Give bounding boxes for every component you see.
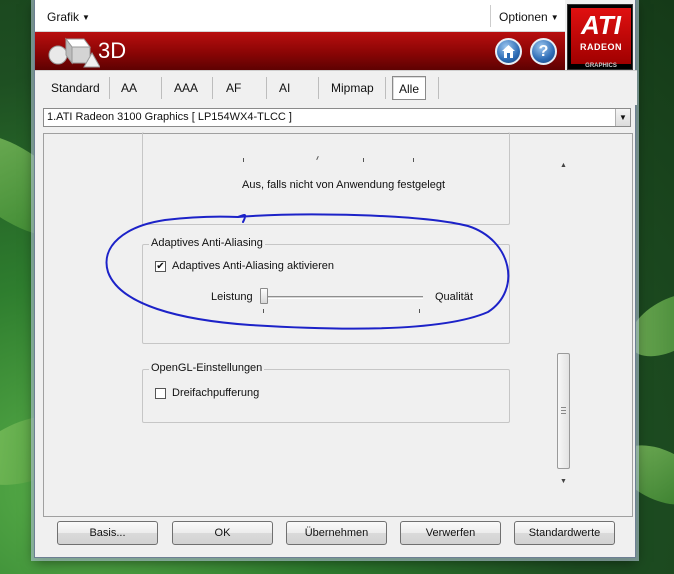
home-button[interactable] xyxy=(495,38,522,65)
checkmark-icon: ✔ xyxy=(156,261,165,272)
slider-tick xyxy=(419,309,420,313)
triple-buffering-checkbox[interactable] xyxy=(155,388,166,399)
adaptive-aa-slider-thumb[interactable] xyxy=(260,288,268,304)
grafik-menu-label: Grafik xyxy=(47,10,80,24)
tab-separator xyxy=(161,77,162,99)
ati-radeon-text: RADEON xyxy=(579,42,622,52)
3d-shapes-icon xyxy=(48,37,100,68)
scrollbar-thumb[interactable] xyxy=(557,353,570,469)
basis-button-label: Basis... xyxy=(89,527,126,539)
menu-separator xyxy=(490,5,491,27)
tab-separator xyxy=(212,77,213,99)
tab-bar: Standard AA AAA AF AI Mipmap Alle xyxy=(35,70,637,105)
grafik-menu[interactable]: Grafik ▼ xyxy=(41,7,96,27)
ati-logo-text: ATI xyxy=(581,10,621,40)
optionen-menu[interactable]: Optionen ▼ xyxy=(493,7,565,27)
tab-alle[interactable]: Alle xyxy=(392,76,427,100)
opengl-group: OpenGL-Einstellungen Dreifachpufferung xyxy=(142,362,510,423)
tab-ai[interactable]: AI xyxy=(273,76,296,100)
ok-button[interactable]: OK xyxy=(172,521,273,545)
basis-button[interactable]: Basis... xyxy=(57,521,158,545)
slider-tick xyxy=(363,158,364,162)
gpu-adapter-select[interactable]: 1.ATI Radeon 3100 Graphics [ LP154WX4-TL… xyxy=(43,108,631,127)
chevron-down-icon[interactable]: ▼ xyxy=(615,109,630,126)
slider-right-label: Qualität xyxy=(435,291,473,303)
tab-separator xyxy=(318,77,319,99)
top-group-note: Aus, falls nicht von Anwendung festgeleg… xyxy=(242,179,446,191)
adaptive-aa-slider-track[interactable] xyxy=(263,296,423,299)
panel-scrollbar[interactable]: ▲ ▼ xyxy=(555,157,572,491)
ok-button-label: OK xyxy=(214,527,231,539)
top-settings-group: Aus, falls nicht von Anwendung festgeleg… xyxy=(142,132,510,225)
ati-radeon-logo: ATI RADEON GRAPHICS xyxy=(567,4,633,70)
defaults-button-label: Standardwerte xyxy=(528,527,601,539)
ati-logo-red-panel: ATI RADEON xyxy=(571,8,631,64)
page-header: 3D ? xyxy=(35,32,565,70)
discard-button[interactable]: Verwerfen xyxy=(400,521,501,545)
tab-af[interactable]: AF xyxy=(220,76,247,100)
opengl-title: OpenGL-Einstellungen xyxy=(149,362,265,374)
tab-aa[interactable]: AA xyxy=(115,76,143,100)
grip-icon xyxy=(561,407,566,414)
tab-separator xyxy=(438,77,439,99)
gpu-adapter-value: 1.ATI Radeon 3100 Graphics [ LP154WX4-TL… xyxy=(47,111,292,123)
ati-control-center-window: Grafik ▼ Optionen ▼ 3D ? ATI RADEON GRAP… xyxy=(34,0,637,558)
page-title: 3D xyxy=(98,38,127,63)
slider-tick xyxy=(243,158,244,162)
triple-buffering-label[interactable]: Dreifachpufferung xyxy=(172,387,259,399)
slider-tick xyxy=(413,158,414,162)
defaults-button[interactable]: Standardwerte xyxy=(514,521,615,545)
tab-standard[interactable]: Standard xyxy=(45,76,106,100)
ati-graphics-text: GRAPHICS xyxy=(585,63,617,69)
tab-separator xyxy=(266,77,267,99)
help-button[interactable]: ? xyxy=(530,38,557,65)
discard-button-label: Verwerfen xyxy=(425,527,476,539)
adaptive-aa-group: Adaptives Anti-Aliasing ✔ Adaptives Anti… xyxy=(142,237,510,344)
scroll-up-arrow-icon[interactable]: ▲ xyxy=(555,159,572,173)
optionen-menu-label: Optionen xyxy=(499,10,548,24)
tab-separator xyxy=(109,77,110,99)
settings-panel: Aus, falls nicht von Anwendung festgeleg… xyxy=(43,132,633,517)
apply-button-label: Übernehmen xyxy=(304,527,369,539)
adaptive-aa-checkbox[interactable]: ✔ xyxy=(155,261,166,272)
adaptive-aa-checkbox-label[interactable]: Adaptives Anti-Aliasing aktivieren xyxy=(172,260,334,272)
tab-separator xyxy=(385,77,386,99)
menu-bar: Grafik ▼ Optionen ▼ xyxy=(35,0,565,32)
apply-button[interactable]: Übernehmen xyxy=(286,521,387,545)
adaptive-aa-title: Adaptives Anti-Aliasing xyxy=(149,237,265,249)
scroll-down-arrow-icon[interactable]: ▼ xyxy=(555,475,572,489)
tab-aaa[interactable]: AAA xyxy=(168,76,204,100)
question-mark-icon: ? xyxy=(538,43,549,60)
home-icon xyxy=(502,45,515,58)
slider-tick xyxy=(263,309,264,313)
chevron-down-icon: ▼ xyxy=(82,13,90,22)
slider-left-label: Leistung xyxy=(211,291,253,303)
slider-tick xyxy=(316,155,319,161)
chevron-down-icon: ▼ xyxy=(550,13,559,22)
tab-mipmap[interactable]: Mipmap xyxy=(325,76,380,100)
